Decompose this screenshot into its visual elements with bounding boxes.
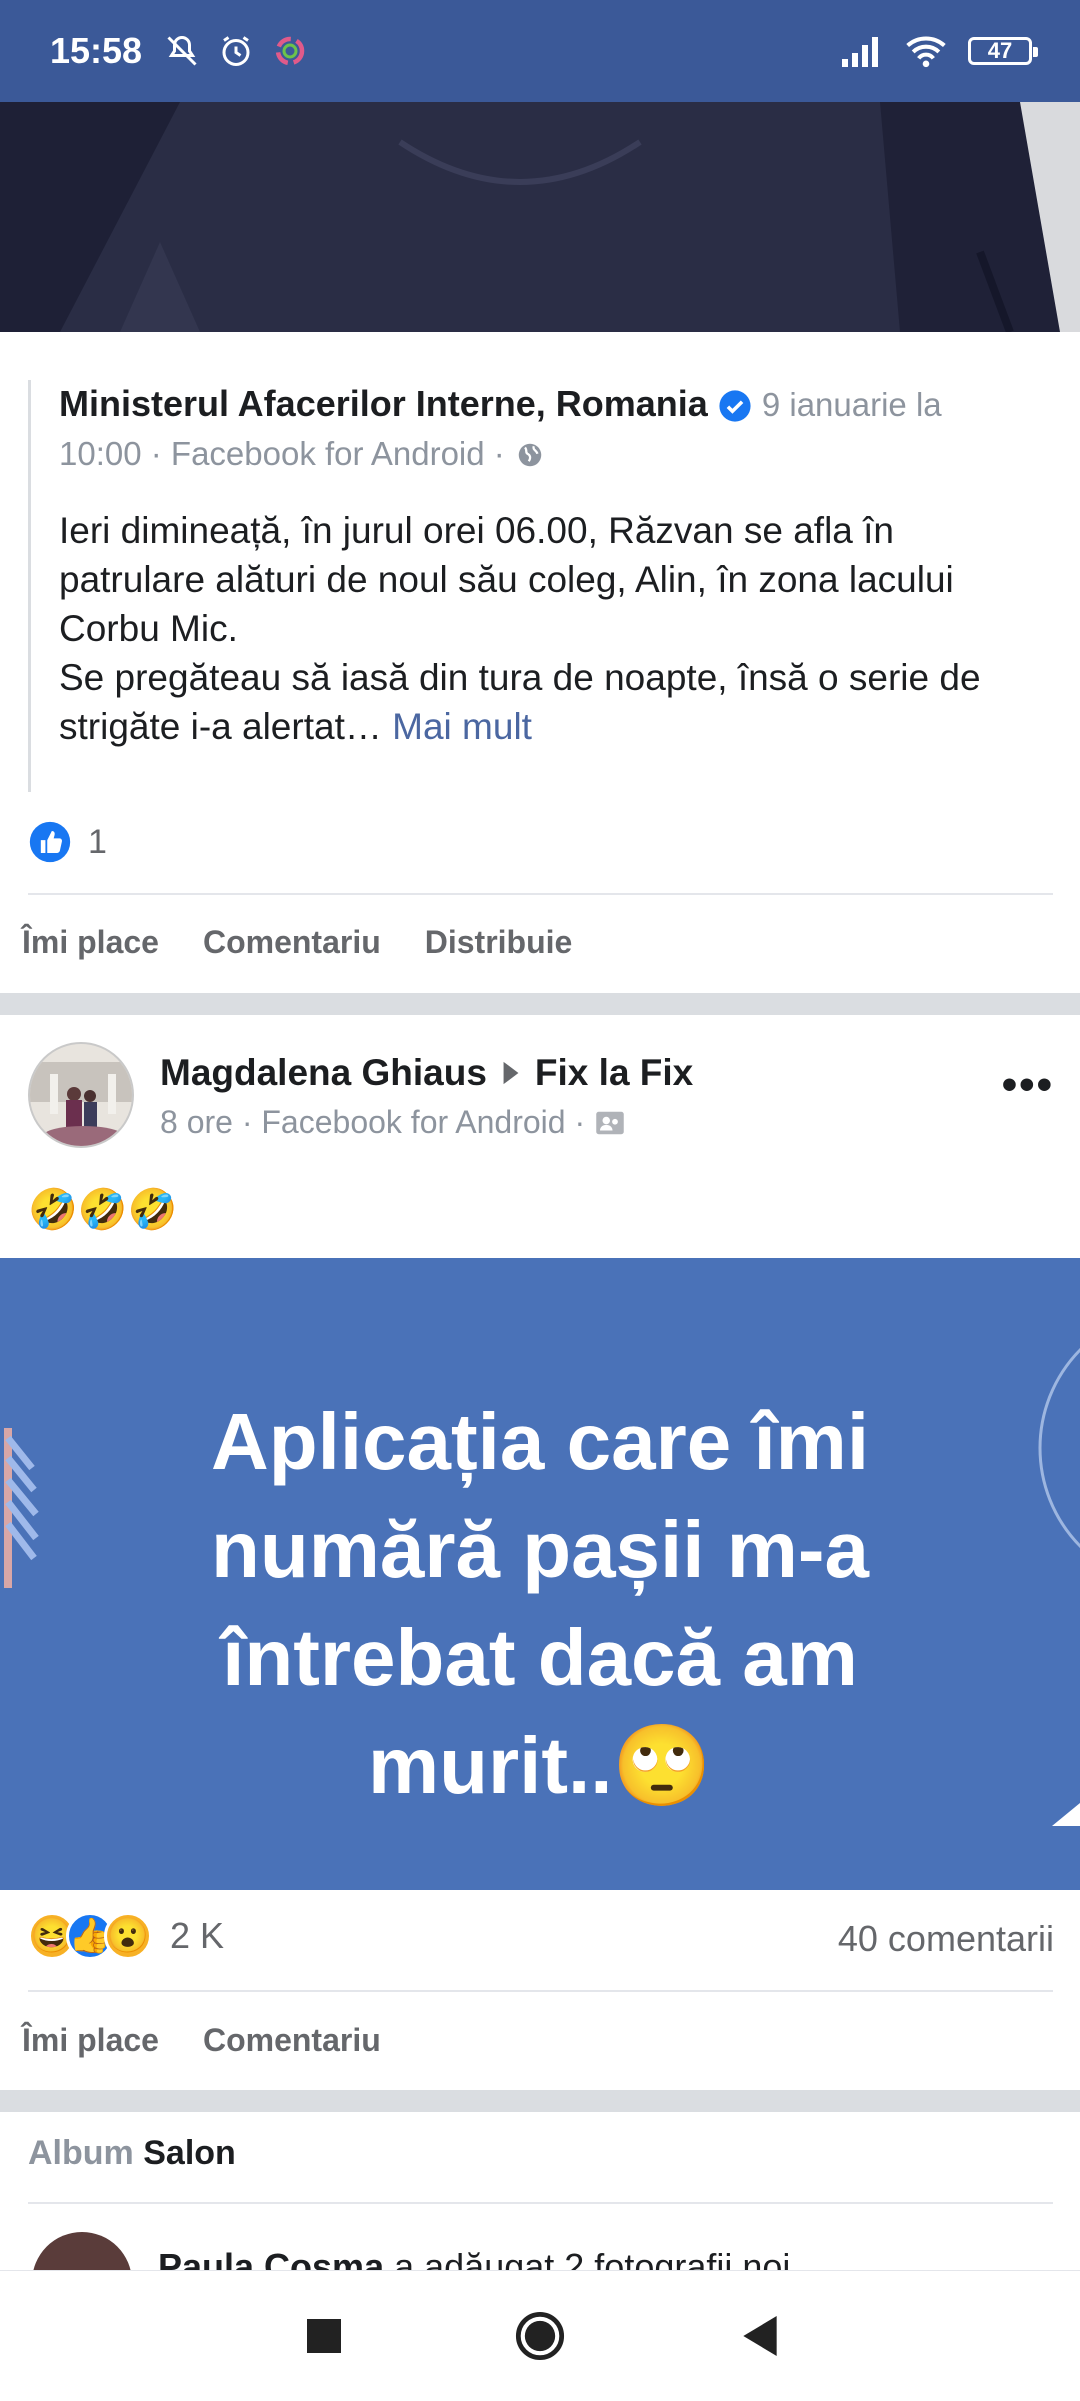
status-icons-right: 47: [840, 0, 1038, 102]
post-header: Magdalena Ghiaus Fix la Fix 8 ore · Face…: [28, 1042, 1058, 1152]
globe-icon: [518, 444, 542, 467]
recents-button[interactable]: [284, 2271, 364, 2401]
body-line: Ieri dimineață, în jurul orei 06.00, Răz…: [59, 510, 895, 551]
next-post-header: Paula Cosma a adăugat 2 fotografii noi: [158, 2246, 790, 2270]
status-icons-left: [164, 33, 308, 69]
divider: [28, 893, 1053, 895]
reactions-summary[interactable]: 1: [28, 820, 107, 864]
body-line: Corbu Mic.: [59, 608, 238, 649]
see-more-link[interactable]: Mai mult: [392, 706, 532, 747]
feed-separator: [0, 993, 1080, 1015]
comments-count-link[interactable]: 40 comentarii: [838, 1918, 1054, 1960]
mute-notifications-icon: [167, 35, 197, 66]
avatar-photo: [30, 1044, 132, 1146]
post-meta: 10:00 · Facebook for Android ·: [59, 435, 505, 472]
post-date[interactable]: 9 ianuarie la: [762, 386, 942, 423]
shared-post-header: Ministerul Afacerilor Interne, Romania 9…: [59, 380, 1038, 478]
group-name-link[interactable]: Fix la Fix: [535, 1052, 693, 1094]
back-button[interactable]: [720, 2271, 800, 2401]
activity-text: a adăugat 2 fotografii noi: [394, 2246, 791, 2270]
square-icon: [307, 2319, 341, 2353]
navigation-bar: [0, 2270, 1080, 2401]
like-button[interactable]: Îmi place: [22, 924, 159, 961]
like-reaction-icon: [29, 821, 71, 863]
app-icon: [275, 36, 305, 66]
reaction-count: 1: [88, 822, 107, 861]
body-line: Se pregăteau să iasă din tura de noapte,…: [59, 657, 981, 698]
status-bar: 15:58 47: [0, 0, 1080, 102]
post-author-line: Magdalena Ghiaus Fix la Fix: [160, 1052, 693, 1094]
page-name-link[interactable]: Ministerul Afacerilor Interne, Romania: [59, 383, 708, 424]
meme-line: murit..🙄: [367, 1721, 713, 1810]
body-line: patrulare alături de noul său coleg, Ali…: [59, 559, 954, 600]
feed-separator: [0, 2090, 1080, 2112]
triangle-back-icon: [743, 2316, 777, 2356]
album-header[interactable]: Album Salon: [28, 2134, 236, 2173]
uniform-photo-graphic: [0, 102, 1080, 332]
meme-caption: Aplicația care îmi numără pașii m-a într…: [0, 1388, 1080, 1820]
post-text: 🤣🤣🤣: [28, 1188, 178, 1232]
next-post-preview[interactable]: Paula Cosma a adăugat 2 fotografii noi: [0, 2202, 1080, 2270]
more-options-icon[interactable]: •••: [1002, 1060, 1054, 1110]
post-body-text: Ieri dimineață, în jurul orei 06.00, Răz…: [59, 506, 1038, 751]
battery-icon: 47: [968, 37, 1038, 65]
meme-line: întrebat dacă am: [222, 1613, 858, 1702]
author-avatar[interactable]: [32, 2232, 132, 2270]
album-label: Album: [28, 2134, 134, 2172]
album-name[interactable]: Salon: [143, 2134, 236, 2172]
arrow-right-icon: [503, 1061, 519, 1085]
like-button[interactable]: Îmi place: [22, 2022, 159, 2059]
author-avatar[interactable]: [28, 1042, 134, 1148]
meme-line: numără pașii m-a: [210, 1505, 869, 1594]
post-actions: Îmi place Comentariu Distribuie: [22, 924, 572, 961]
wow-reaction-icon: 😮: [104, 1912, 152, 1960]
verified-badge-icon: [719, 390, 751, 423]
body-line-text: strigăte i-a alertat…: [59, 706, 393, 747]
comment-button[interactable]: Comentariu: [203, 924, 381, 961]
signal-icon: [842, 37, 878, 67]
reaction-count: 2 K: [170, 1915, 225, 1956]
home-button[interactable]: [500, 2271, 580, 2401]
battery-level: 47: [987, 38, 1013, 63]
post-image[interactable]: Aplicația care îmi numără pașii m-a într…: [0, 1258, 1080, 1890]
wifi-icon: [906, 36, 946, 68]
status-time: 15:58: [50, 30, 143, 71]
reactions-summary[interactable]: 😆 👍 😮 2 K: [28, 1912, 224, 1960]
meme-line: Aplicația care îmi: [210, 1397, 870, 1486]
author-name-link[interactable]: Paula Cosma: [158, 2246, 384, 2270]
alarm-icon: [222, 36, 250, 66]
author-name-link[interactable]: Magdalena Ghiaus: [160, 1052, 487, 1094]
post-meta: 8 ore · Facebook for Android ·: [160, 1104, 625, 1141]
shared-post-photo[interactable]: [0, 102, 1080, 332]
post-meta-text[interactable]: 8 ore · Facebook for Android ·: [160, 1104, 585, 1141]
divider: [28, 1990, 1053, 1992]
body-line: strigăte i-a alertat… Mai mult: [59, 702, 1038, 751]
comment-button[interactable]: Comentariu: [203, 2022, 381, 2059]
audience-icon: [596, 1111, 624, 1134]
post-actions: Îmi place Comentariu: [22, 2022, 381, 2059]
shared-post[interactable]: Ministerul Afacerilor Interne, Romania 9…: [28, 380, 1038, 792]
share-button[interactable]: Distribuie: [425, 924, 573, 961]
circle-icon: [515, 2311, 565, 2361]
